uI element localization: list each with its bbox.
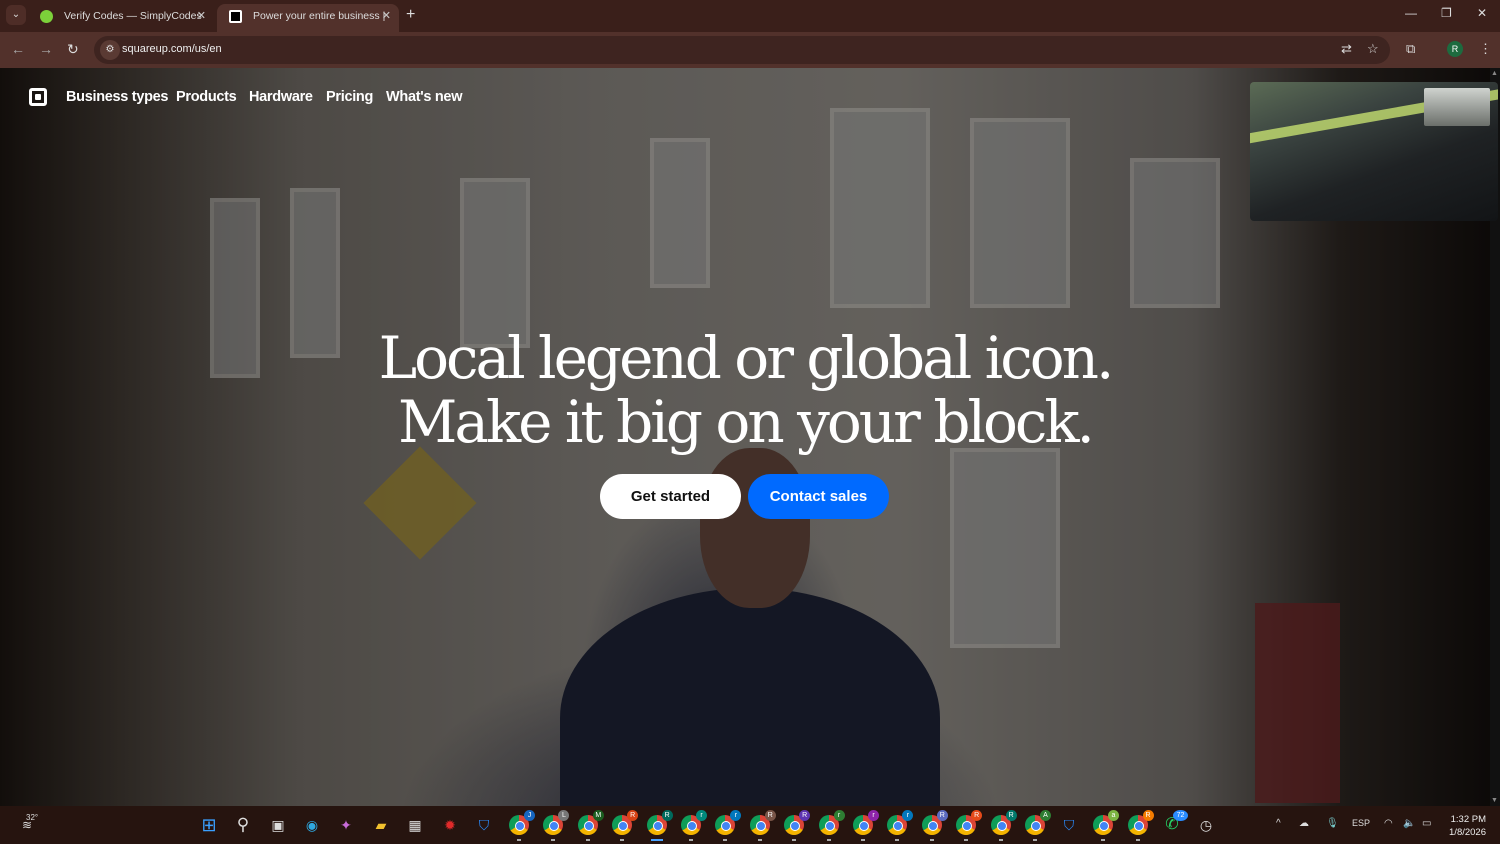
profile-badge: J <box>524 810 535 821</box>
task-view-icon[interactable]: ▣ <box>268 815 288 835</box>
nav-whats-new[interactable]: What's new <box>386 89 462 105</box>
menu-icon[interactable]: ⋮ <box>1479 41 1492 57</box>
extensions-icon[interactable]: ⧉ <box>1406 41 1415 57</box>
chrome-profile-icon[interactable]: r <box>681 810 707 841</box>
profile-badge: M <box>592 810 604 821</box>
chrome-profile-icon[interactable]: a <box>1093 810 1119 841</box>
bookmark-star-icon[interactable]: ☆ <box>1367 41 1379 57</box>
profile-badge: r <box>833 810 845 821</box>
restore-button[interactable]: ❐ <box>1441 6 1452 20</box>
whatsapp-badge: 72 <box>1173 810 1188 821</box>
picture-in-picture-video[interactable] <box>1250 82 1498 221</box>
tab-simplycodes[interactable]: Verify Codes — SimplyCodes ✕ <box>28 4 214 32</box>
search-icon[interactable]: ⚲ <box>233 815 253 835</box>
reload-icon[interactable]: ↻ <box>67 41 79 58</box>
chrome-profile-icon[interactable]: R <box>990 810 1017 841</box>
language-indicator[interactable]: ESP <box>1352 818 1370 828</box>
back-icon[interactable]: ← <box>11 41 25 57</box>
profile-badge: r <box>902 810 914 821</box>
shield-app-icon[interactable]: ⛉ <box>1059 815 1079 835</box>
weather-temp: 32° <box>26 813 39 822</box>
profile-badge: a <box>1108 810 1119 821</box>
volume-icon[interactable]: 🔈 <box>1403 818 1415 829</box>
profile-badge: R <box>627 810 639 821</box>
close-window-button[interactable]: ✕ <box>1477 6 1487 20</box>
onedrive-icon[interactable]: ☁ <box>1299 818 1309 829</box>
copilot-icon[interactable]: ✦ <box>336 815 356 835</box>
profile-badge: r <box>868 810 879 821</box>
chrome-profile-icon[interactable]: r <box>818 810 845 841</box>
close-tab-icon[interactable]: ✕ <box>197 4 206 28</box>
wifi-icon[interactable]: ◠ <box>1384 818 1393 829</box>
translate-icon[interactable]: ⇄ <box>1341 41 1352 57</box>
profile-badge: L <box>558 810 570 821</box>
get-started-button[interactable]: Get started <box>600 474 741 519</box>
taskbar: ≋ 32° ⊞ ⚲ ▣ ◉ ✦ ▰ ▦ ✹ ⛉ JLMRRrrRRrrrRRRA… <box>0 806 1500 844</box>
hero-headline-line2: Make it big on your block. <box>398 388 1095 456</box>
system-clock[interactable]: 1:32 PM 1/8/2026 <box>1440 813 1486 839</box>
profile-badge: A <box>1040 810 1051 821</box>
chrome-profile-icon[interactable]: R <box>646 810 673 841</box>
chrome-profile-icon[interactable]: R <box>784 810 811 841</box>
chrome-profile-icon[interactable]: r <box>715 810 742 841</box>
minimize-button[interactable]: — <box>1405 6 1417 20</box>
webcam-thumbnail <box>1424 88 1490 126</box>
chrome-profile-icon[interactable]: R <box>921 810 948 841</box>
profile-badge: R <box>764 810 776 821</box>
contact-sales-button[interactable]: Contact sales <box>748 474 889 519</box>
hero-headline-line1: Local legend or global icon. <box>378 324 1115 392</box>
chrome-profile-icon[interactable]: r <box>887 810 914 841</box>
profile-badge: R <box>1142 810 1154 821</box>
chrome-profile-icon[interactable]: L <box>543 810 570 841</box>
nav-hardware[interactable]: Hardware <box>249 89 313 105</box>
microsoft-store-icon[interactable]: ▦ <box>405 815 425 835</box>
show-hidden-icons[interactable]: ^ <box>1276 818 1281 829</box>
profile-badge: r <box>696 810 707 821</box>
clock-app-icon[interactable]: ◷ <box>1196 815 1216 835</box>
nav-products[interactable]: Products <box>176 89 237 105</box>
nav-pricing[interactable]: Pricing <box>326 89 373 105</box>
new-tab-button[interactable]: + <box>406 6 415 24</box>
simplycodes-icon <box>40 10 53 23</box>
site-settings-icon[interactable]: ⚙ <box>100 40 120 60</box>
square-logo[interactable] <box>29 88 47 106</box>
tab-search-dropdown[interactable]: ⌄ <box>6 5 26 25</box>
profile-badge: r <box>730 810 742 821</box>
nav-business-types[interactable]: Business types <box>66 89 168 105</box>
square-icon <box>229 10 242 23</box>
profile-avatar[interactable]: R <box>1447 41 1463 57</box>
edge-icon[interactable]: ◉ <box>302 815 322 835</box>
chrome-profile-icon[interactable]: A <box>1025 810 1051 841</box>
chrome-profile-icon[interactable]: R <box>1127 810 1154 841</box>
whatsapp-icon[interactable]: ✆ 72 <box>1162 810 1188 835</box>
start-windows-icon[interactable]: ⊞ <box>199 815 219 835</box>
chrome-profile-icon[interactable]: R <box>612 810 639 841</box>
browser-toolbar: ← → ↻ ⚙ squareup.com/us/en ⇄ ☆ ⧉ R ⋮ <box>0 32 1500 68</box>
battery-icon[interactable]: ▭ <box>1422 818 1431 829</box>
chrome-profile-icon[interactable]: J <box>509 810 535 841</box>
security-app-icon[interactable]: ✹ <box>440 815 460 835</box>
tab-square[interactable]: Power your entire business | Sq ✕ <box>217 4 399 46</box>
profile-badge: R <box>971 810 983 821</box>
chrome-profile-icon[interactable]: M <box>577 810 604 841</box>
clock-date: 1/8/2026 <box>1449 827 1486 838</box>
vpn-shield-icon[interactable]: ⛉ <box>474 815 494 835</box>
forward-icon[interactable]: → <box>39 41 53 57</box>
profile-badge: R <box>661 810 673 821</box>
tab-title: Verify Codes — SimplyCodes <box>64 10 202 22</box>
profile-badge: R <box>1005 810 1017 821</box>
microphone-icon[interactable]: 🎙 <box>1326 818 1339 829</box>
tab-strip: ⌄ Verify Codes — SimplyCodes ✕ Power you… <box>0 0 1500 46</box>
file-explorer-icon[interactable]: ▰ <box>371 815 391 835</box>
close-tab-icon[interactable]: ✕ <box>382 4 391 28</box>
chrome-profile-icon[interactable]: R <box>749 810 776 841</box>
profile-badge: R <box>936 810 948 821</box>
url-text[interactable]: squareup.com/us/en <box>122 43 222 55</box>
profile-badge: R <box>799 810 811 821</box>
chrome-profile-icon[interactable]: R <box>956 810 983 841</box>
chrome-profile-icon[interactable]: r <box>853 810 879 841</box>
address-bar[interactable]: ⚙ squareup.com/us/en <box>94 36 1390 64</box>
clock-time: 1:32 PM <box>1450 814 1486 825</box>
